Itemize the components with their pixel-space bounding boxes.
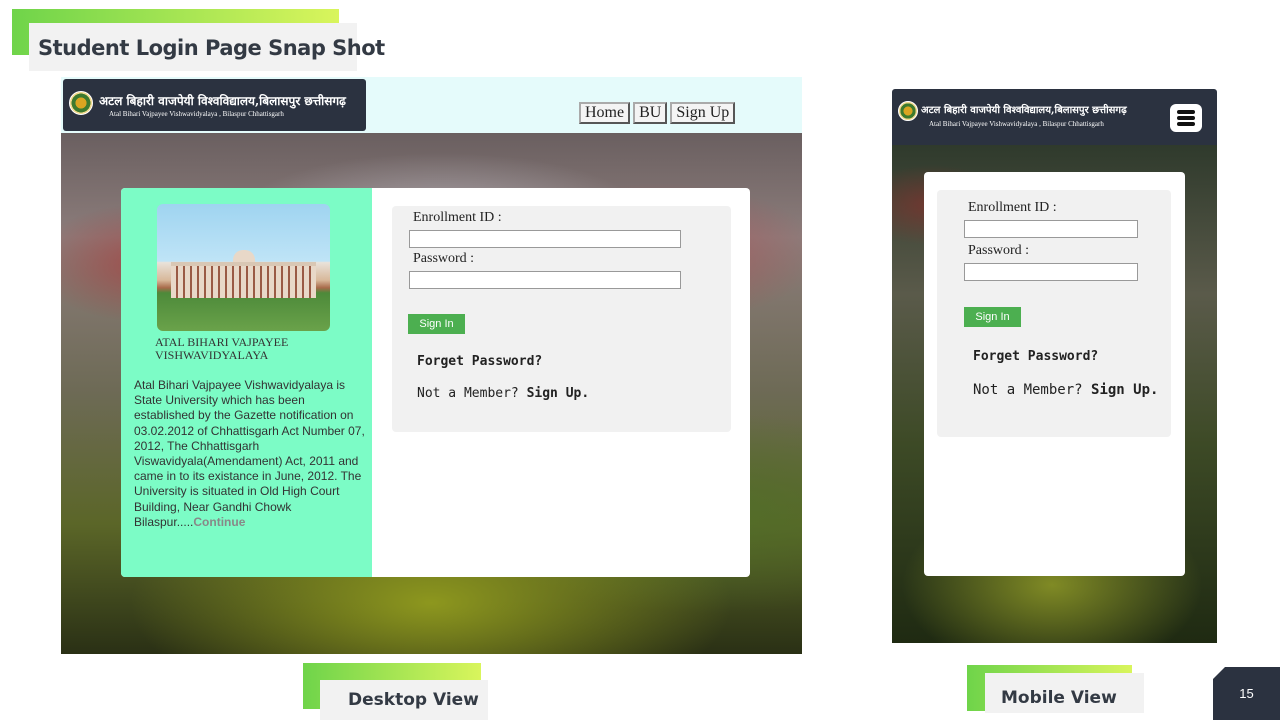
mobile-signup-link[interactable]: Sign Up.	[1091, 382, 1158, 398]
forgot-password-link[interactable]: Forget Password?	[417, 354, 542, 369]
campus-photo	[157, 204, 330, 331]
emblem-icon	[69, 91, 93, 115]
signup-link[interactable]: Sign Up.	[527, 386, 590, 401]
not-member-line: Not a Member? Sign Up.	[417, 386, 589, 401]
not-member-text: Not a Member?	[417, 386, 519, 401]
mobile-enrollment-label: Enrollment ID :	[968, 200, 1057, 215]
site-name-english: Atal Bihari Vajpayee Vishwavidyalaya , B…	[109, 110, 284, 118]
password-label: Password :	[413, 251, 475, 266]
university-description: Atal Bihari Vajpayee Vishwavidyalaya is …	[134, 378, 366, 530]
nav-signup-button[interactable]: Sign Up	[670, 102, 736, 124]
university-name: ATAL BIHARI VAJPAYEE VISHWAVIDYALAYA	[155, 335, 289, 362]
mobile-forgot-password-link[interactable]: Forget Password?	[973, 349, 1098, 364]
password-input[interactable]	[409, 271, 681, 289]
campus-building	[171, 262, 316, 298]
hamburger-menu-icon[interactable]	[1170, 104, 1202, 132]
signin-button[interactable]: Sign In	[408, 314, 465, 334]
mobile-login-card: Enrollment ID : Password : Sign In Forge…	[924, 172, 1185, 576]
enrollment-label: Enrollment ID :	[413, 210, 502, 225]
site-name-hindi: अटल बिहारी वाजपेयी विश्वविद्यालय,बिलासपु…	[99, 94, 346, 108]
mobile-header: अटल बिहारी वाजपेयी विश्वविद्यालय,बिलासपु…	[892, 89, 1217, 145]
page-number: 15	[1213, 667, 1280, 720]
mobile-signin-button[interactable]: Sign In	[964, 307, 1021, 327]
continue-link[interactable]: Continue	[193, 515, 245, 529]
mobile-site-name-hindi: अटल बिहारी वाजपेयी विश्वविद्यालय,बिलासपु…	[921, 105, 1127, 116]
desktop-caption: Desktop View	[348, 690, 479, 710]
mobile-login-form: Enrollment ID : Password : Sign In Forge…	[937, 190, 1171, 437]
enrollment-input[interactable]	[409, 230, 681, 248]
slide-title: Student Login Page Snap Shot	[38, 36, 385, 60]
mobile-not-member-text: Not a Member?	[973, 382, 1083, 398]
about-panel: ATAL BIHARI VAJPAYEE VISHWAVIDYALAYA Ata…	[121, 188, 372, 577]
slide: Student Login Page Snap Shot अटल बिहारी …	[0, 0, 1280, 720]
description-text: Atal Bihari Vajpayee Vishwavidyalaya is …	[134, 378, 365, 529]
mobile-not-member-line: Not a Member? Sign Up.	[973, 382, 1158, 398]
login-card: ATAL BIHARI VAJPAYEE VISHWAVIDYALAYA Ata…	[121, 188, 750, 577]
mobile-enrollment-input[interactable]	[964, 220, 1138, 238]
mobile-password-input[interactable]	[964, 263, 1138, 281]
desktop-nav: Home BU Sign Up	[579, 102, 736, 124]
nav-home-button[interactable]: Home	[579, 102, 631, 124]
desktop-header: अटल बिहारी वाजपेयी विश्वविद्यालय,बिलासपु…	[61, 77, 802, 133]
site-logo[interactable]: अटल बिहारी वाजपेयी विश्वविद्यालय,बिलासपु…	[63, 79, 366, 131]
desktop-screenshot: अटल बिहारी वाजपेयी विश्वविद्यालय,बिलासपु…	[61, 77, 802, 654]
login-form: Enrollment ID : Password : Sign In Forge…	[392, 206, 731, 432]
emblem-icon	[898, 101, 918, 121]
mobile-site-name-english: Atal Bihari Vajpayee Vishwavidyalaya , B…	[929, 120, 1104, 128]
mobile-password-label: Password :	[968, 243, 1030, 258]
nav-bu-button[interactable]: BU	[633, 102, 668, 124]
mobile-screenshot: अटल बिहारी वाजपेयी विश्वविद्यालय,बिलासपु…	[892, 89, 1217, 643]
mobile-caption: Mobile View	[1001, 688, 1117, 708]
